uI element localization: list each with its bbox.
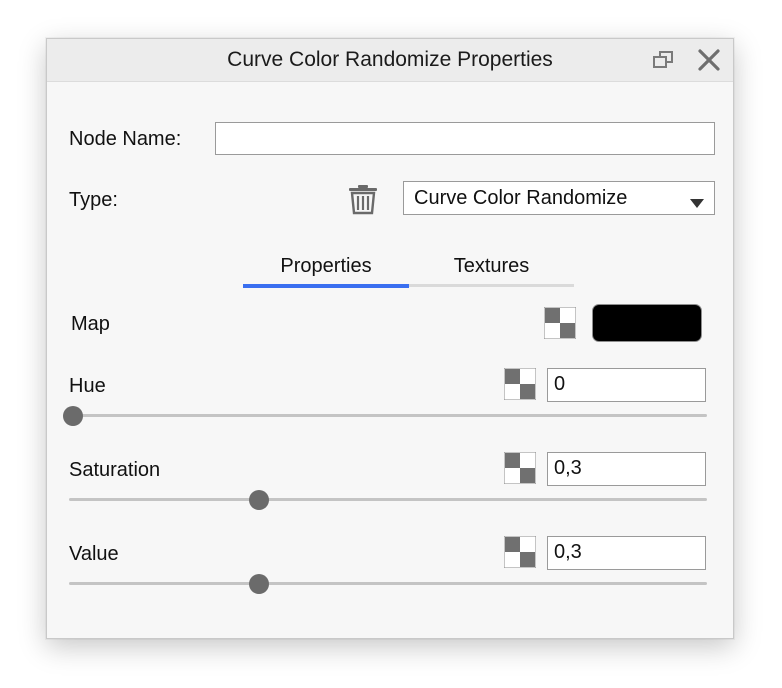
texture-checker-icon[interactable]: [503, 367, 537, 401]
map-color-swatch[interactable]: [592, 304, 702, 342]
type-dropdown[interactable]: Curve Color Randomize: [403, 181, 715, 215]
hue-label: Hue: [69, 375, 106, 397]
texture-checker-icon[interactable]: [503, 451, 537, 485]
restore-window-icon[interactable]: [651, 49, 675, 71]
value-input[interactable]: 0,3: [547, 536, 706, 570]
hue-slider[interactable]: [69, 414, 707, 417]
saturation-slider-thumb[interactable]: [249, 490, 269, 510]
saturation-input[interactable]: 0,3: [547, 452, 706, 486]
tab-active-indicator: [243, 284, 409, 288]
value-slider[interactable]: [69, 582, 707, 585]
close-icon[interactable]: [697, 49, 721, 71]
window-title: Curve Color Randomize Properties: [227, 48, 553, 71]
tab-textures[interactable]: Textures: [409, 255, 574, 278]
texture-checker-icon[interactable]: [543, 306, 577, 340]
saturation-slider[interactable]: [69, 498, 707, 501]
node-name-input[interactable]: [215, 122, 715, 155]
map-label: Map: [71, 313, 110, 335]
texture-checker-icon[interactable]: [503, 535, 537, 569]
type-label: Type:: [69, 189, 118, 211]
type-dropdown-value: Curve Color Randomize: [414, 187, 628, 209]
tab-properties[interactable]: Properties: [243, 255, 409, 278]
value-slider-thumb[interactable]: [249, 574, 269, 594]
saturation-label: Saturation: [69, 459, 161, 481]
properties-dialog: Curve Color Randomize Properties Node Na…: [46, 38, 734, 639]
value-label: Value: [69, 543, 119, 565]
node-name-label: Node Name:: [69, 128, 182, 150]
trash-icon[interactable]: [347, 183, 379, 220]
hue-slider-thumb[interactable]: [63, 406, 83, 426]
chevron-down-icon: [690, 195, 704, 213]
title-bar[interactable]: Curve Color Randomize Properties: [47, 39, 733, 82]
hue-input[interactable]: 0: [547, 368, 706, 402]
